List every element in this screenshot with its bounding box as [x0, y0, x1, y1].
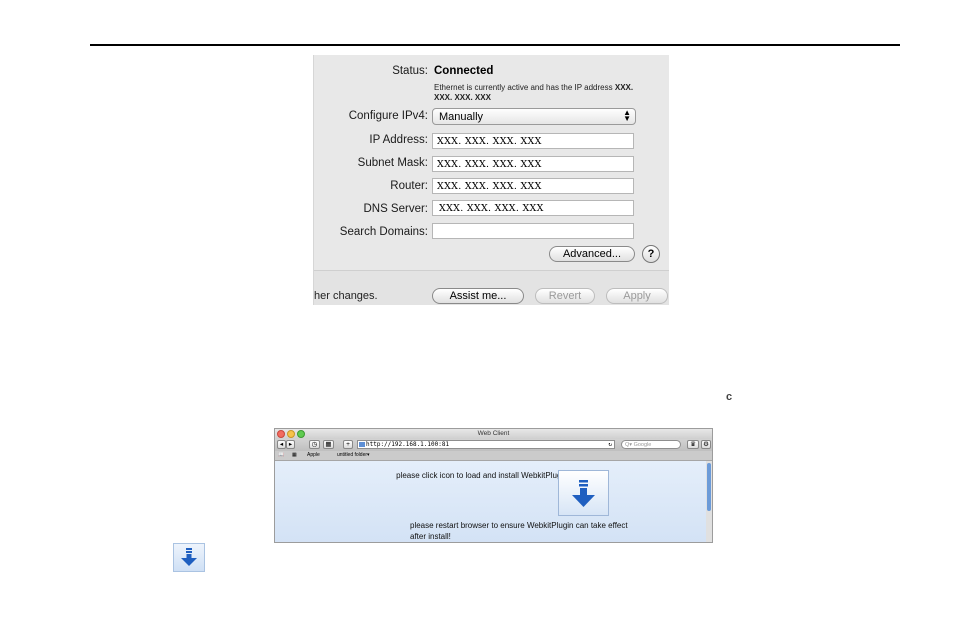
install-message: please click icon to load and install We… [396, 471, 570, 480]
download-arrow-icon [173, 543, 205, 572]
search-domains-label: Search Domains: [339, 226, 428, 238]
open-book-icon[interactable]: 📖 [278, 451, 284, 460]
favicon-icon [359, 442, 365, 447]
browser-window: Web Client ◂ ▸ ◷ ▦ + http://192.168.1.10… [274, 428, 713, 543]
forward-arrow-icon: ▸ [288, 441, 293, 448]
bookmarks-bar: 📖 ▦ Apple untitled folder▾ [275, 451, 712, 461]
question-icon: ? [647, 248, 655, 260]
configure-ipv4-value: Manually [439, 111, 484, 123]
restart-message: please restart browser to ensure WebkitP… [410, 521, 628, 541]
refresh-icon[interactable]: ↻ [608, 441, 612, 449]
browser-titlebar: Web Client [275, 429, 712, 439]
gear-icon: ⚙ [703, 441, 709, 448]
dns-server-field[interactable]: XXX. XXX. XXX. XXX [432, 200, 634, 216]
status-value: Connected [434, 65, 494, 77]
search-domains-field[interactable] [432, 223, 634, 239]
advanced-button[interactable]: Advanced... [549, 246, 635, 262]
dns-server-label: DNS Server: [363, 203, 428, 215]
router-label: Router: [390, 180, 428, 192]
status-label: Status: [392, 65, 428, 77]
assist-me-button[interactable]: Assist me... [432, 288, 524, 304]
search-field[interactable]: Q▾ Google [621, 440, 681, 449]
page-content: please click icon to load and install We… [275, 461, 712, 542]
reload-icon: c [726, 391, 733, 403]
router-field[interactable]: XXX. XXX. XXX. XXX [432, 178, 634, 194]
settings-button[interactable]: ⚙ [701, 440, 711, 449]
crown-icon: ♛ [690, 441, 696, 448]
select-arrows-icon: ▲ ▼ [623, 108, 631, 123]
browser-toolbar: ◂ ▸ ◷ ▦ + http://192.168.1.100:81 ↻ Q▾ G… [275, 439, 712, 451]
configure-ipv4-label: Configure IPv4: [348, 110, 428, 122]
bookmarks-button[interactable]: ▦ [323, 440, 334, 449]
back-arrow-icon: ◂ [279, 441, 284, 448]
header-rule [90, 44, 900, 46]
status-description-text: Ethernet is currently active and has the… [434, 83, 613, 92]
bookmark-untitled-folder[interactable]: untitled folder▾ [337, 451, 370, 460]
grid-icon[interactable]: ▦ [292, 451, 297, 460]
clock-icon: ◷ [311, 441, 318, 448]
scrollbar-thumb[interactable] [707, 463, 711, 511]
address-bar[interactable]: http://192.168.1.100:81 ↻ [357, 440, 615, 449]
ip-address-label: IP Address: [369, 134, 428, 146]
install-plugin-button[interactable] [558, 470, 609, 516]
bookmark-apple[interactable]: Apple [307, 451, 320, 460]
add-bookmark-button[interactable]: + [343, 440, 353, 449]
help-button[interactable]: ? [642, 245, 660, 263]
configure-ipv4-select[interactable]: Manually ▲ ▼ [432, 108, 636, 125]
address-text: http://192.168.1.100:81 [366, 441, 450, 448]
ip-address-field[interactable]: XXX. XXX. XXX. XXX [432, 133, 634, 149]
download-arrow-glyph [181, 548, 197, 566]
hint-text: her changes. [314, 290, 378, 302]
book-icon: ▦ [325, 441, 332, 448]
subnet-mask-label: Subnet Mask: [357, 157, 428, 169]
revert-button[interactable]: Revert [535, 288, 595, 304]
forward-button[interactable]: ▸ [286, 440, 295, 449]
network-preferences-panel: Status: Connected Ethernet is currently … [313, 55, 669, 305]
back-button[interactable]: ◂ [277, 440, 286, 449]
download-arrow-icon [572, 480, 595, 507]
plus-icon: + [346, 441, 350, 448]
bookmark-menu-button[interactable]: ♛ [687, 440, 699, 449]
subnet-mask-field[interactable]: XXX. XXX. XXX. XXX [432, 156, 634, 172]
status-description: Ethernet is currently active and has the… [434, 83, 644, 103]
window-title: Web Client [477, 430, 510, 437]
apply-button[interactable]: Apply [606, 288, 668, 304]
history-button[interactable]: ◷ [309, 440, 320, 449]
scrollbar[interactable] [706, 461, 712, 542]
